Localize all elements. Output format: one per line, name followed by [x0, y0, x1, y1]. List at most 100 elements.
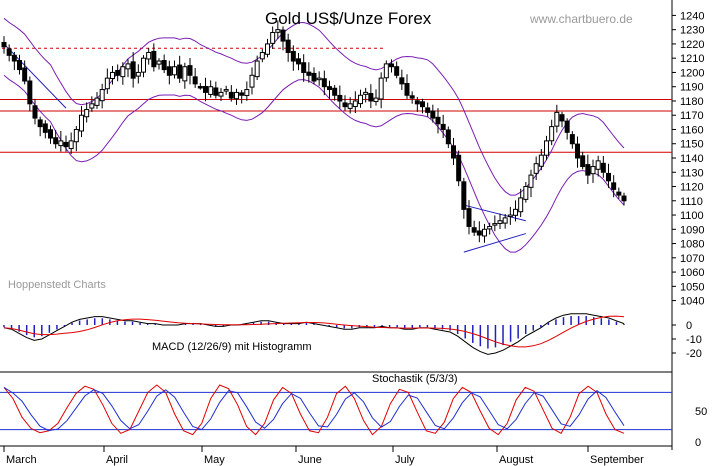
candle-body — [68, 140, 74, 150]
candle-body — [151, 50, 157, 68]
candle-body — [606, 172, 611, 182]
candle-body — [249, 74, 255, 88]
candle-body — [22, 67, 28, 82]
candle-body — [197, 85, 203, 89]
source-label: Hoppenstedt Charts — [8, 279, 106, 291]
candle-body — [621, 195, 627, 202]
candle-body — [352, 100, 358, 108]
candle-body — [332, 87, 338, 96]
price-tick-label: 1140 — [680, 153, 704, 165]
candle-body — [94, 97, 100, 106]
price-tick-label: 1050 — [680, 281, 704, 293]
candle-body — [430, 110, 436, 119]
candle-body — [110, 71, 115, 80]
candle-body — [63, 141, 69, 148]
candle-body — [84, 109, 90, 118]
month-axis: March April May June July August September — [3, 446, 644, 466]
candle-body — [73, 128, 79, 143]
month-label: June — [298, 454, 322, 466]
candle-body — [492, 223, 498, 226]
candle-body — [177, 64, 183, 79]
candle-body — [368, 93, 374, 102]
candle-body — [471, 227, 477, 233]
candle-body — [549, 126, 555, 142]
price-tick-label: 1120 — [680, 182, 704, 194]
candle-body — [404, 83, 410, 96]
candle-body — [358, 94, 363, 105]
price-tick-label: 1210 — [680, 53, 704, 65]
candle-body — [32, 105, 38, 119]
candle-body — [378, 77, 384, 100]
month-label: April — [106, 454, 128, 466]
candle-body — [533, 163, 539, 174]
candle-body — [399, 77, 405, 85]
candle-body — [554, 111, 560, 127]
candle-body — [270, 32, 276, 44]
price-tick-label: 1110 — [680, 196, 703, 208]
candle-body — [559, 114, 565, 122]
candle-body — [435, 116, 441, 125]
gold-chart: 1040 1050 1060 1070 1080 1090 1100 1110 1120 1130… — [0, 0, 707, 466]
price-tick-label: 1060 — [680, 267, 704, 279]
candle-body — [347, 103, 353, 109]
candle-body — [585, 164, 591, 176]
price-tick-label: 1170 — [680, 110, 704, 122]
candle-body — [616, 191, 622, 196]
candle-body — [461, 181, 467, 210]
candle-body — [239, 92, 245, 96]
price-tick-label: 1100 — [680, 210, 704, 222]
candle-body — [141, 57, 146, 73]
macd-panel: 0 -10 -20 — [3, 313, 702, 360]
candle-body — [187, 65, 193, 76]
candle-body — [590, 166, 596, 175]
candle-body — [575, 143, 580, 159]
candle-body — [373, 97, 379, 103]
candle-body — [389, 63, 394, 68]
candle-body — [104, 77, 110, 90]
candle-body — [327, 86, 332, 91]
macd-tick-label: 0 — [686, 320, 692, 332]
price-axis: 1040 1050 1060 1070 1080 1090 1100 1110 1120 1130… — [672, 10, 704, 308]
candle-body — [259, 51, 265, 60]
candle-body — [569, 134, 575, 145]
stochastic-tick-label: 0 — [695, 437, 701, 449]
candle-body — [482, 228, 487, 237]
candle-body — [290, 50, 296, 62]
candle-body — [89, 103, 95, 109]
candle-body — [275, 29, 281, 33]
month-label: July — [395, 454, 415, 466]
candle-body — [285, 39, 291, 53]
candle-body — [476, 230, 482, 236]
macd-line — [3, 313, 625, 355]
price-tick-label: 1200 — [680, 67, 704, 79]
candle-body — [166, 66, 172, 76]
candle-body — [456, 154, 462, 182]
candle-body — [218, 91, 224, 97]
candle-body — [203, 85, 208, 93]
candle-body — [48, 129, 53, 139]
candle-body — [337, 94, 343, 102]
price-tick-label: 1090 — [680, 224, 704, 236]
candle-body — [11, 54, 17, 62]
candle-body — [497, 220, 503, 224]
candle-body — [513, 208, 518, 216]
month-label: August — [499, 454, 533, 466]
month-label: May — [204, 454, 225, 466]
candle-body — [466, 208, 472, 227]
candle-body — [115, 70, 121, 76]
candle-body — [440, 123, 446, 130]
envelope-bands — [3, 17, 625, 253]
candle-body — [280, 29, 286, 42]
candle-body — [544, 140, 549, 156]
candle-body — [79, 114, 84, 132]
candle-body — [254, 60, 260, 78]
month-label: March — [6, 454, 37, 466]
price-tick-label: 1190 — [680, 82, 704, 94]
price-tick-label: 1080 — [680, 239, 704, 251]
candle-body — [363, 91, 369, 95]
candle-body — [130, 61, 136, 79]
candle-body — [192, 76, 198, 85]
stochastic-panel: 50 0 — [0, 384, 707, 449]
candle-body — [301, 62, 307, 73]
candle-body — [311, 72, 317, 82]
